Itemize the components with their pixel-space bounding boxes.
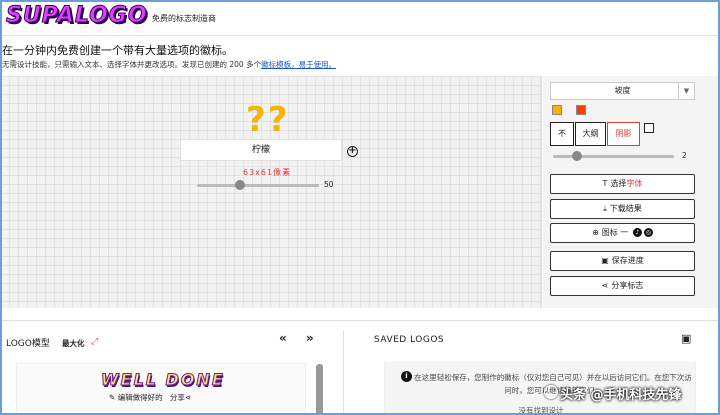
template-list: WELL DONE ✎ 编辑做得好的 分享⋖ [16, 363, 306, 415]
options-panel: 坡度 ▼ 不 大纲 阴影 2 T 选择字体 ⤓ 下载结果 ⊕ 图标 一 ♪ ◎ ▣ 保存进… [543, 76, 720, 308]
download-label: 下载结果 [609, 204, 642, 213]
choose-font-accent: 字体 [626, 179, 643, 188]
page-subline: 无需设计技能，只需输入文本、选择字体并更改选项。发现已创建的 200 多个徽标模… [2, 59, 336, 70]
size-slider[interactable] [197, 180, 319, 190]
subline-text: 无需设计技能，只需输入文本、选择字体并更改选项。发现已创建的 200 多个 [2, 60, 262, 69]
next-button[interactable]: » [306, 331, 314, 345]
column-divider [343, 330, 344, 415]
choose-font-label: 选择 [610, 179, 627, 188]
plus-circle-icon: ⊕ [592, 228, 599, 237]
size-label: 63x61像素 [243, 168, 292, 177]
share-button[interactable]: ⋖ 分享标志 [550, 276, 695, 296]
save-progress-button[interactable]: ▣ 保存进度 [550, 251, 695, 271]
effect-select[interactable]: 坡度 ▼ [550, 82, 695, 100]
section-divider [0, 320, 720, 321]
template-share-link[interactable]: 分享 [170, 393, 185, 402]
style-none-button[interactable]: 不 [550, 122, 574, 146]
download-button[interactable]: ⤓ 下载结果 [550, 199, 695, 219]
text-icon: T [602, 179, 608, 188]
share-icon: ⋖ [184, 393, 192, 402]
watermark-icon [544, 385, 558, 399]
models-title: LOGO模型 [6, 339, 50, 349]
watermark: 头条 @手机科技先锋 [560, 388, 682, 403]
saved-logos-title: SAVED LOGOS [374, 335, 445, 345]
saved-logos-empty: 没有找到设计 [518, 406, 564, 415]
templates-link[interactable]: 徽标模板，易于使用。 [261, 60, 336, 69]
save-icon[interactable]: ▣ [681, 332, 691, 345]
template-meta: ✎ 编辑做得好的 分享⋖ [109, 392, 191, 403]
style-shadow-button[interactable]: 阴影 [607, 122, 640, 146]
style-outline-button[interactable]: 大纲 [575, 122, 606, 146]
effect-slider-thumb[interactable] [572, 151, 583, 161]
color-swatch-primary[interactable] [552, 105, 562, 115]
logo-preview: ?? [246, 100, 290, 140]
icon-button[interactable]: ⊕ 图标 一 ♪ ◎ [550, 223, 695, 243]
size-slider-thumb[interactable] [234, 180, 245, 190]
logo-text-input[interactable]: 柠檬 [180, 139, 342, 161]
template-scrollbar[interactable] [316, 364, 323, 415]
effect-select-value: 坡度 [614, 86, 631, 95]
save-progress-label: 保存进度 [611, 256, 644, 265]
share-icon: ⋖ [601, 281, 609, 290]
add-line-button[interactable]: + [347, 146, 358, 157]
share-label: 分享标志 [611, 281, 644, 290]
page-headline: 在一分钟内免费创建一个带有大量选项的徽标。 [2, 44, 233, 57]
color-swatch-secondary[interactable] [576, 105, 586, 115]
save-icon: ▣ [601, 256, 609, 265]
site-tagline: 免费的标志制造商 [152, 14, 216, 23]
expand-icon[interactable]: ⤢ [91, 337, 98, 347]
effect-slider-value: 2 [682, 151, 687, 160]
style-checkbox[interactable] [644, 123, 654, 133]
download-icon: ⤓ [603, 204, 607, 213]
chevron-down-icon[interactable]: ▼ [678, 83, 694, 99]
maximize-label[interactable]: 最大化 [62, 338, 85, 349]
top-bar: SUPALOGO 免费的标志制造商 [0, 0, 720, 36]
instagram-icon: ◎ [643, 228, 653, 237]
prev-button[interactable]: « [279, 331, 287, 345]
effect-slider[interactable] [553, 151, 674, 161]
size-slider-value: 50 [324, 180, 334, 189]
choose-font-button[interactable]: T 选择字体 [550, 174, 695, 194]
template-well-done[interactable]: WELL DONE [101, 370, 225, 390]
pencil-icon: ✎ [109, 393, 116, 402]
logo-canvas: ?? 柠檬 + 63x61像素 50 [0, 76, 542, 308]
tiktok-icon: ♪ [632, 228, 642, 237]
info-icon: i [401, 371, 412, 382]
site-logo[interactable]: SUPALOGO [6, 3, 148, 29]
icon-label: 图标 一 [601, 228, 629, 237]
template-edit-link[interactable]: 编辑做得好的 [118, 393, 163, 402]
